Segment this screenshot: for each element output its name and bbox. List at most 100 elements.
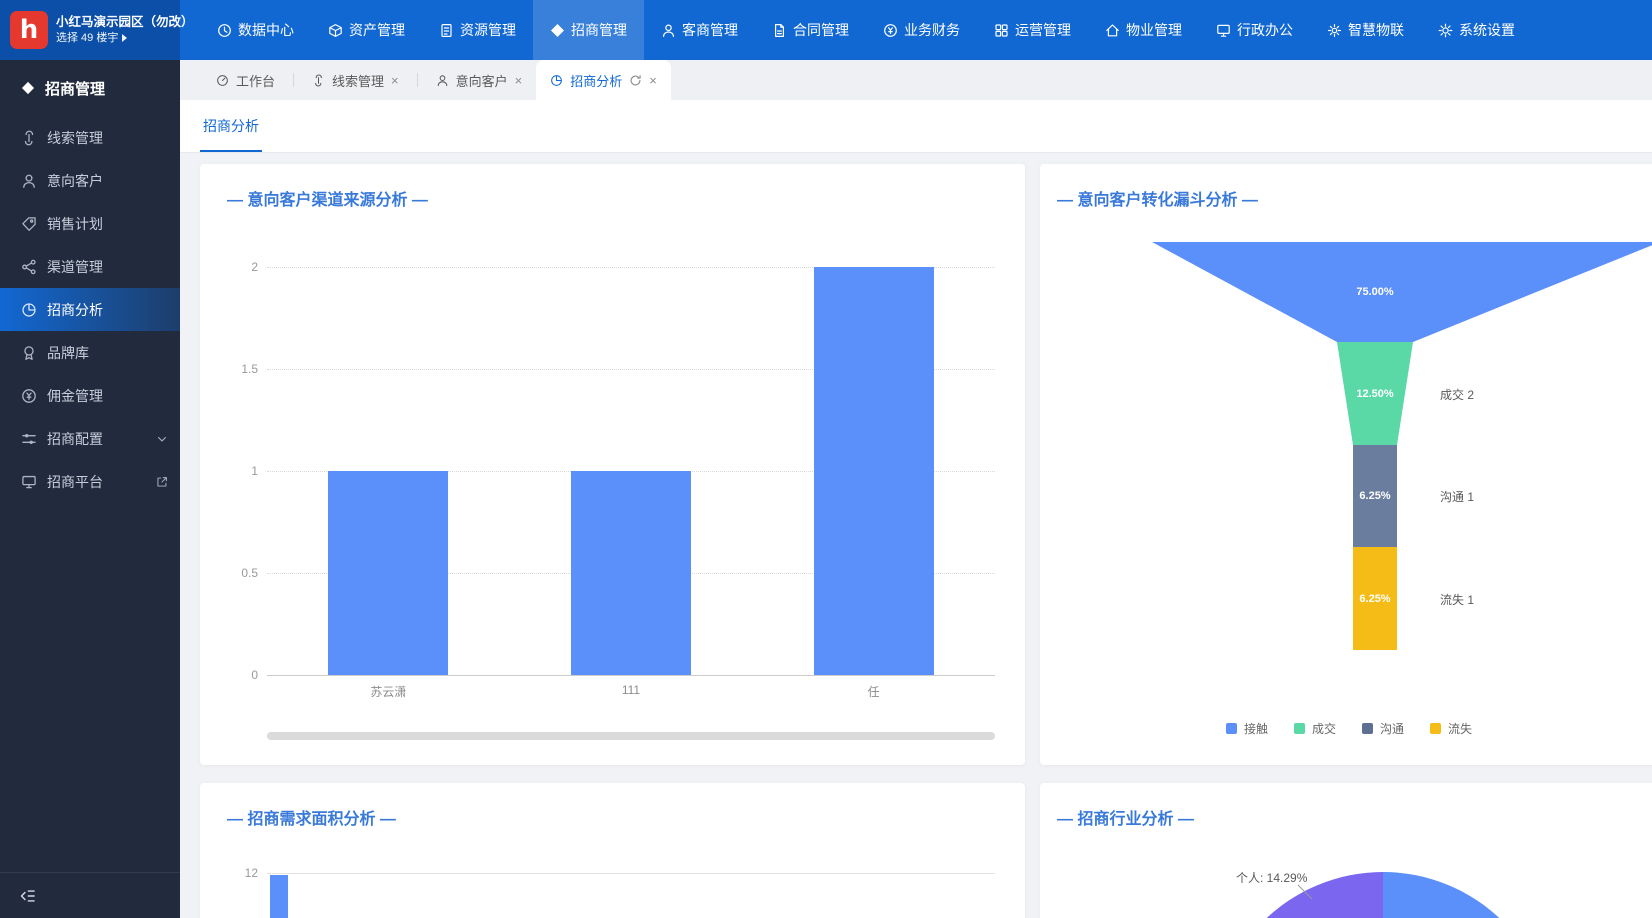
legend-label: 流失 — [1448, 720, 1472, 737]
y-axis-tick-label: 0 — [216, 668, 258, 682]
nav-item-客商管理[interactable]: 客商管理 — [644, 0, 755, 60]
pie-icon — [550, 74, 563, 87]
medal-icon — [21, 345, 37, 361]
diamond-icon — [550, 23, 565, 38]
sidebar-item-招商分析[interactable]: 招商分析 — [0, 288, 180, 331]
tab-线索管理[interactable]: 线索管理 × — [298, 60, 413, 100]
sidebar-item-佣金管理[interactable]: 佣金管理 — [0, 374, 180, 417]
sidebar-item-label: 品牌库 — [47, 343, 168, 363]
legend-swatch — [1226, 723, 1237, 734]
legend-item-沟通[interactable]: 沟通 — [1362, 720, 1404, 737]
sidebar-item-品牌库[interactable]: 品牌库 — [0, 331, 180, 374]
main-nav-menu: 数据中心 资产管理 资源管理 招商管理 客商管理合同管理业务财务 运营管理物业管理 行政办公… — [200, 0, 1532, 60]
tab-意向客户[interactable]: 意向客户× — [422, 60, 537, 100]
file-icon — [772, 23, 787, 38]
doc-icon — [439, 23, 454, 38]
funnel-legend: 接触 成交 沟通 流失 — [1040, 720, 1652, 737]
legend-swatch — [1294, 723, 1305, 734]
gridline-12 — [267, 873, 995, 874]
x-axis-category-label: 苏云潇 — [267, 683, 510, 700]
close-tab-icon[interactable]: × — [391, 74, 399, 87]
nav-item-数据中心[interactable]: 数据中心 — [200, 0, 311, 60]
user-icon — [661, 23, 676, 38]
building-selector[interactable]: 选择 49 楼宇 — [56, 31, 194, 46]
close-tab-icon[interactable]: × — [649, 74, 657, 87]
nav-item-label: 行政办公 — [1237, 20, 1293, 40]
subtab-active-underline — [200, 150, 262, 152]
chart-title: — 意向客户渠道来源分析 — — [227, 186, 428, 210]
tab-工作台[interactable]: 工作台 — [202, 60, 289, 100]
funnel-percent-label: 12.50% — [1356, 388, 1393, 400]
nav-item-系统设置[interactable]: 系统设置 — [1421, 0, 1532, 60]
sidebar-item-label: 招商分析 — [47, 300, 168, 320]
chevron-down-icon — [156, 433, 168, 445]
nav-item-业务财务[interactable]: 业务财务 — [866, 0, 977, 60]
nav-item-智慧物联[interactable]: 智慧物联 — [1310, 0, 1421, 60]
tag-icon — [21, 216, 37, 232]
coin-icon — [883, 23, 898, 38]
diamond-icon — [21, 81, 35, 95]
legend-item-流失[interactable]: 流失 — [1430, 720, 1472, 737]
bar-partial — [270, 875, 288, 918]
sidebar-module-title: 招商管理 — [0, 66, 180, 110]
pie-slice — [1383, 872, 1553, 918]
tab-label: 线索管理 — [332, 71, 384, 90]
home-icon — [1105, 23, 1120, 38]
x-axis-category-label: 任 — [752, 683, 995, 700]
monitor-icon — [1216, 23, 1231, 38]
box-icon — [328, 23, 343, 38]
org-name: 小红马演示园区（勿改） — [56, 14, 194, 31]
dash-icon — [216, 74, 229, 87]
close-tab-icon[interactable]: × — [515, 74, 523, 87]
nav-item-资产管理[interactable]: 资产管理 — [311, 0, 422, 60]
sidebar-item-招商平台[interactable]: 招商平台 — [0, 460, 180, 503]
funnel-side-label: 沟通 1 — [1440, 488, 1474, 505]
sidebar-item-label: 渠道管理 — [47, 257, 168, 277]
sidebar-item-线索管理[interactable]: 线索管理 — [0, 116, 180, 159]
legend-item-接触[interactable]: 接触 — [1226, 720, 1268, 737]
app-root: h 小红马演示园区（勿改） 选择 49 楼宇 数据中心资产管理资源管理招商管理客… — [0, 0, 1652, 918]
sidebar-item-销售计划[interactable]: 销售计划 — [0, 202, 180, 245]
nav-item-合同管理[interactable]: 合同管理 — [755, 0, 866, 60]
legend-label: 接触 — [1244, 720, 1268, 737]
sliders-icon — [21, 431, 37, 447]
user-icon — [436, 74, 449, 87]
funnel-shape — [1040, 164, 1652, 765]
funnel-percent-label: 6.25% — [1359, 593, 1390, 605]
collapse-sidebar-icon[interactable] — [18, 887, 36, 905]
gear-icon — [1438, 23, 1453, 38]
nav-item-行政办公[interactable]: 行政办公 — [1199, 0, 1310, 60]
sidebar-item-招商配置[interactable]: 招商配置 — [0, 417, 180, 460]
nav-item-招商管理[interactable]: 招商管理 — [533, 0, 644, 60]
tab-招商分析[interactable]: 招商分析× — [536, 60, 671, 100]
open-tabs-bar: 工作台线索管理×意向客户×招商分析× — [180, 60, 1652, 100]
chart-title: — 招商需求面积分析 — — [227, 805, 396, 829]
pie-shape — [1040, 783, 1652, 918]
nav-item-label: 运营管理 — [1015, 20, 1071, 40]
nav-item-资源管理[interactable]: 资源管理 — [422, 0, 533, 60]
nav-item-label: 招商管理 — [571, 20, 627, 40]
nav-item-label: 客商管理 — [682, 20, 738, 40]
tab-separator — [293, 73, 294, 87]
pie-slice-label: 个人: 14.29% — [1236, 869, 1307, 886]
legend-item-成交[interactable]: 成交 — [1294, 720, 1336, 737]
bar-111 — [571, 471, 691, 675]
sidebar-item-label: 招商平台 — [47, 472, 144, 492]
subtab-analysis[interactable]: 招商分析 — [203, 100, 259, 152]
refresh-icon[interactable] — [629, 74, 642, 87]
grid-icon — [994, 23, 1009, 38]
nav-item-label: 系统设置 — [1459, 20, 1515, 40]
app-logo[interactable]: h — [10, 11, 48, 49]
chart-horizontal-scrollbar[interactable] — [267, 732, 995, 740]
nav-item-物业管理[interactable]: 物业管理 — [1088, 0, 1199, 60]
card-demand-area-analysis: — 招商需求面积分析 — 12 — [200, 783, 1025, 918]
nav-item-运营管理[interactable]: 运营管理 — [977, 0, 1088, 60]
sidebar-item-label: 意向客户 — [47, 171, 168, 191]
nav-item-label: 资源管理 — [460, 20, 516, 40]
legend-swatch — [1430, 723, 1441, 734]
nav-item-label: 资产管理 — [349, 20, 405, 40]
sidebar-item-意向客户[interactable]: 意向客户 — [0, 159, 180, 202]
sidebar-item-渠道管理[interactable]: 渠道管理 — [0, 245, 180, 288]
brand-block: h 小红马演示园区（勿改） 选择 49 楼宇 — [0, 0, 180, 60]
y-axis-tick-label: 12 — [216, 866, 258, 880]
